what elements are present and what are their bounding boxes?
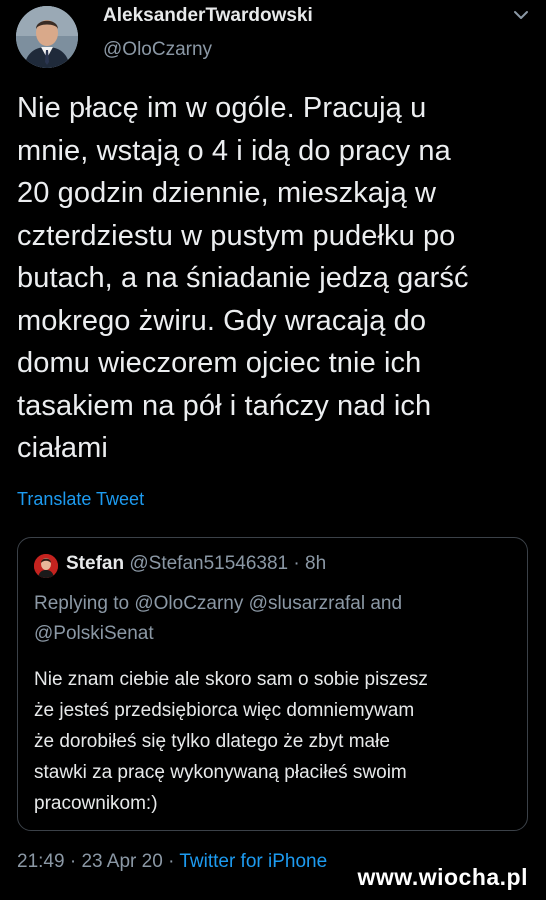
quoted-text-line: pracownikom:) — [34, 793, 158, 814]
quoted-author-avatar-image — [34, 554, 58, 578]
watermark: www.wiocha.pl — [357, 864, 528, 890]
tweet-text-line: ciałami — [17, 432, 108, 464]
replying-to-line: Replying to @OloCzarny @slusarzrafal and — [34, 593, 403, 614]
quoted-text-line: że dorobiłeś się tylko dlatego że zbyt m… — [34, 731, 390, 752]
tweet-date[interactable]: 23 Apr 20 — [81, 851, 162, 872]
tweet-text-line: butach, a na śniadanie jedzą garść — [17, 262, 469, 294]
author-handle[interactable]: @OloCzarny — [103, 39, 212, 61]
quoted-author-name[interactable]: Stefan — [66, 553, 124, 574]
tweet-text-line: 20 godzin dziennie, mieszkają w — [17, 177, 436, 209]
quoted-author-avatar[interactable] — [34, 554, 58, 578]
meta-separator: · — [293, 553, 300, 574]
quoted-text-line: stawki za pracę wykonywaną płaciłeś swoi… — [34, 762, 407, 783]
tweet-text-line: mnie, wstają o 4 i idą do pracy na — [17, 134, 451, 167]
quoted-tweet-header: Stefan @Stefan51546381 · 8h — [66, 553, 326, 575]
quoted-author-handle[interactable]: @Stefan51546381 — [129, 553, 288, 574]
tweet-time[interactable]: 21:49 — [17, 851, 65, 872]
author-avatar-image — [16, 6, 78, 68]
quoted-tweet-text: Nie znam ciebie ale skoro sam o sobie pi… — [34, 664, 518, 819]
chevron-down-icon[interactable] — [512, 8, 530, 22]
tweet-source-link[interactable]: Twitter for iPhone — [179, 851, 327, 872]
quoted-tweet-age: 8h — [305, 553, 327, 574]
author-display-name[interactable]: AleksanderTwardowski — [103, 5, 313, 27]
replying-to: Replying to @OloCzarny @slusarzrafal and… — [34, 589, 514, 649]
tweet-text-line: domu wieczorem ojciec tnie ich — [17, 347, 422, 379]
tweet-text-line: Nie płacę im w ogóle. Pracują u — [17, 92, 427, 124]
author-avatar[interactable] — [16, 6, 78, 68]
tweet-timestamp: 21:49 · 23 Apr 20 · Twitter for iPhone — [17, 851, 327, 873]
tweet-text-line: tasakiem na pół i tańczy nad ich — [17, 389, 432, 422]
tweet-text: Nie płacę im w ogóle. Pracują u mnie, ws… — [17, 87, 532, 470]
translate-tweet-link[interactable]: Translate Tweet — [17, 489, 144, 510]
replying-to-line: @PolskiSenat — [34, 623, 154, 644]
quoted-text-line: Nie znam ciebie ale skoro sam o sobie pi… — [34, 669, 428, 690]
meta-separator: · — [69, 851, 77, 872]
meta-separator: · — [168, 851, 175, 872]
quoted-text-line: że jesteś przedsiębiorca więc domniemywa… — [34, 700, 415, 721]
quoted-tweet-card[interactable]: Stefan @Stefan51546381 · 8h Replying to … — [17, 537, 528, 831]
tweet-text-line: czterdziestu w pustym pudełku po — [17, 219, 456, 252]
tweet-text-line: mokrego żwiru. Gdy wracają do — [17, 304, 427, 337]
